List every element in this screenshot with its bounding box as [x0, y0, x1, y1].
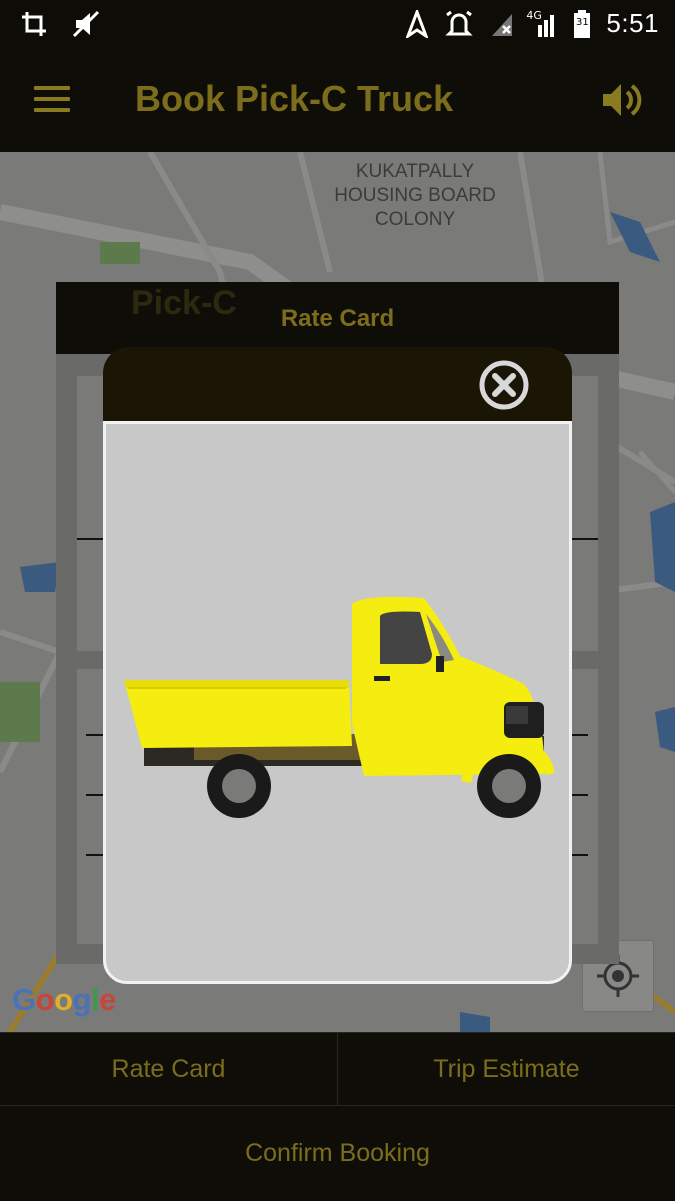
- crop-icon: [22, 12, 46, 36]
- trip-estimate-button[interactable]: Trip Estimate: [338, 1032, 675, 1105]
- alarm-icon: [445, 10, 474, 35]
- rate-card-button[interactable]: Rate Card: [0, 1032, 338, 1105]
- close-circle-icon[interactable]: [478, 359, 530, 411]
- clock: 5:51: [606, 8, 659, 38]
- truck-image-dialog: [103, 347, 572, 984]
- yellow-pickup-truck-image: [124, 596, 554, 818]
- battery-icon: 31: [572, 9, 592, 39]
- signal-4g-icon: 4G: [526, 9, 558, 39]
- navigation-icon: [406, 9, 429, 38]
- google-logo: Google: [12, 982, 116, 1017]
- page-title: Book Pick-C Truck: [135, 78, 454, 119]
- battery-label: 31: [576, 16, 589, 28]
- confirm-booking-button[interactable]: Confirm Booking: [0, 1105, 675, 1201]
- hamburger-icon[interactable]: [34, 86, 70, 114]
- dialog-body: [103, 421, 572, 984]
- mute-icon: [72, 10, 100, 38]
- app-bar: Book Pick-C Truck: [0, 50, 675, 152]
- rate-card-header: Pick-C Rate Card: [56, 282, 619, 354]
- dialog-header: [103, 347, 572, 423]
- status-bar: 4G 31 5:51: [0, 0, 675, 50]
- signal-x-icon: [492, 13, 513, 36]
- map-area-label: KUKATPALLY HOUSING BOARD COLONY: [334, 161, 496, 230]
- speaker-icon[interactable]: [601, 80, 645, 120]
- rate-card-title: Rate Card: [280, 305, 395, 332]
- bottom-action-bar: Rate Card Trip Estimate Confirm Booking: [0, 1032, 675, 1200]
